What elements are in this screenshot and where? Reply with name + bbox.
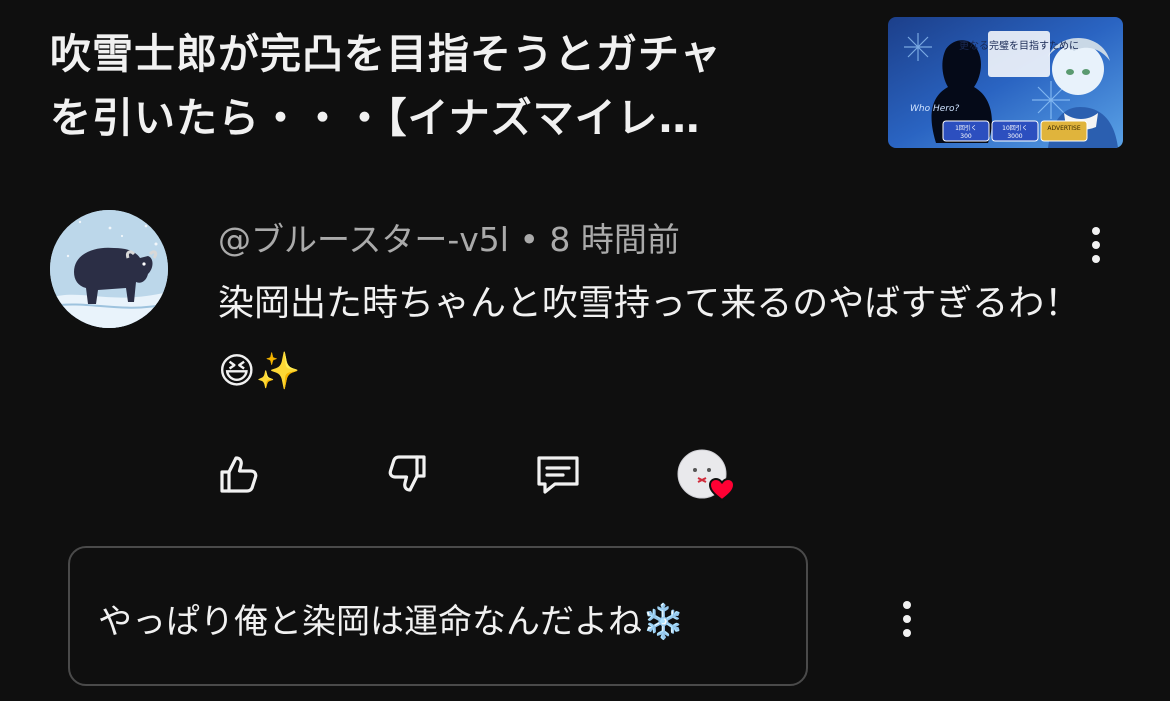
dislike-button[interactable] (384, 450, 432, 498)
comment-meta: @ブルースター-v5l • 8 時間前 (218, 213, 680, 261)
comment-icon (537, 456, 579, 494)
meta-separator: • (519, 220, 539, 259)
thumbnail-image: 更なる完璧を目指すために Who Hero? 1回引く 10回引く ADVERT… (888, 17, 1123, 148)
video-title-line-1: 吹雪士郎が完凸を目指そうとガチャ (50, 30, 722, 78)
reply-text: やっぱり俺と染岡は運命なんだよね❄️ (98, 602, 685, 642)
comment-time[interactable]: 8 時間前 (549, 220, 680, 259)
thumbnail-btn-3: ADVERTISE (1047, 125, 1080, 132)
comment-author-avatar[interactable] (50, 210, 168, 328)
video-title[interactable]: 吹雪士郎が完凸を目指そうとガチャ を引いたら・・・【イナズマイレ… (50, 22, 860, 150)
creator-heart-icon (677, 449, 736, 502)
reply-more-options-button[interactable] (892, 594, 922, 644)
video-title-line-2: を引いたら・・・【イナズマイレ… (50, 94, 701, 142)
thumbs-down-icon (388, 455, 426, 492)
video-thumbnail[interactable]: 更なる完璧を目指すために Who Hero? 1回引く 10回引く ADVERT… (888, 17, 1123, 148)
like-button[interactable] (214, 450, 262, 498)
comment-more-options-button[interactable] (1081, 220, 1111, 270)
thumbnail-caption-right: 更なる完璧を目指すために (959, 39, 1079, 52)
thumbnail-btn-2: 10回引く (1002, 124, 1028, 132)
comment-author[interactable]: @ブルースター-v5l (218, 220, 509, 259)
thumbnail-cost-1: 300 (960, 133, 972, 140)
comment-text: 染岡出た時ちゃんと吹雪持って来るのやばすぎるわ！😆✨ (218, 283, 1081, 392)
creator-heart-badge (676, 448, 742, 508)
thumbnail-caption-left: Who Hero? (910, 104, 959, 114)
musk-ox-avatar-icon (50, 210, 168, 328)
thumbs-up-icon (220, 456, 258, 493)
reply-button[interactable] (533, 450, 583, 500)
thumbnail-btn-1: 1回引く (955, 124, 977, 132)
thumbnail-cost-2: 3000 (1007, 133, 1022, 140)
reply-preview[interactable]: やっぱり俺と染岡は運命なんだよね❄️ (68, 546, 808, 686)
